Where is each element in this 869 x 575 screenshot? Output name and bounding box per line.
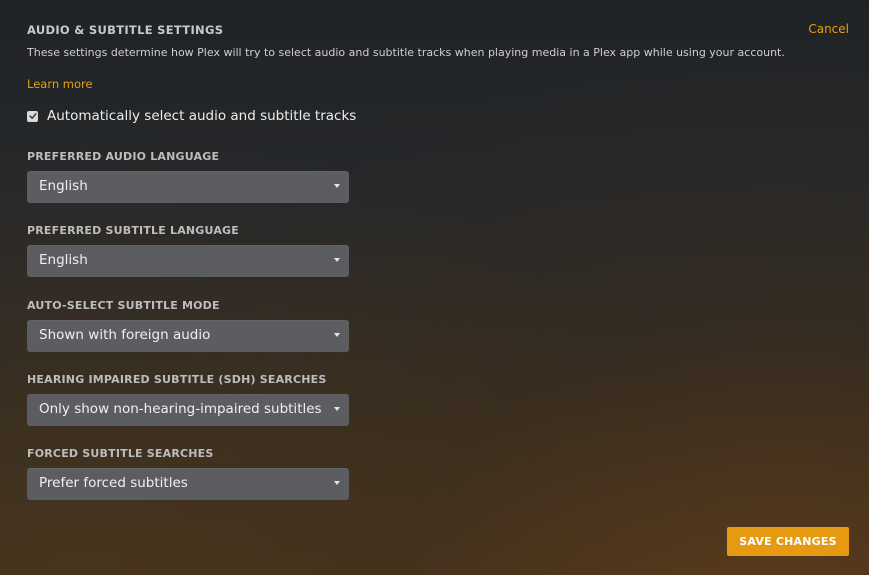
cancel-link[interactable]: Cancel: [808, 22, 849, 36]
sdh-searches-field: HEARING IMPAIRED SUBTITLE (SDH) SEARCHES…: [27, 373, 349, 426]
forced-subtitle-searches-label: FORCED SUBTITLE SEARCHES: [27, 447, 214, 460]
preferred-audio-language-label: PREFERRED AUDIO LANGUAGE: [27, 150, 220, 163]
auto-select-subtitle-mode-field: AUTO-SELECT SUBTITLE MODE Shown with for…: [27, 299, 349, 352]
check-icon: [28, 113, 37, 119]
caret-down-icon: [334, 333, 340, 337]
preferred-audio-language-select[interactable]: English: [27, 171, 349, 203]
caret-down-icon: [334, 407, 340, 411]
auto-select-tracks-label: Automatically select audio and subtitle …: [47, 108, 357, 124]
caret-down-icon: [334, 184, 340, 188]
preferred-audio-language-value: English: [39, 178, 88, 194]
sdh-searches-label: HEARING IMPAIRED SUBTITLE (SDH) SEARCHES: [27, 373, 327, 386]
sdh-searches-value: Only show non-hearing-impaired subtitles: [39, 401, 322, 417]
caret-down-icon: [334, 481, 340, 485]
auto-select-subtitle-mode-value: Shown with foreign audio: [39, 327, 211, 343]
auto-select-tracks-checkbox-row[interactable]: Automatically select audio and subtitle …: [27, 108, 356, 124]
forced-subtitle-searches-field: FORCED SUBTITLE SEARCHES Prefer forced s…: [27, 447, 349, 500]
learn-more-link[interactable]: Learn more: [27, 77, 93, 91]
preferred-subtitle-language-value: English: [39, 252, 88, 268]
caret-down-icon: [334, 258, 340, 262]
section-title: AUDIO & SUBTITLE SETTINGS: [27, 23, 224, 37]
auto-select-subtitle-mode-select[interactable]: Shown with foreign audio: [27, 320, 349, 352]
preferred-subtitle-language-select[interactable]: English: [27, 245, 349, 277]
preferred-subtitle-language-field: PREFERRED SUBTITLE LANGUAGE English: [27, 224, 349, 277]
preferred-subtitle-language-label: PREFERRED SUBTITLE LANGUAGE: [27, 224, 239, 237]
forced-subtitle-searches-value: Prefer forced subtitles: [39, 475, 188, 491]
auto-select-tracks-checkbox[interactable]: [27, 110, 38, 122]
preferred-audio-language-field: PREFERRED AUDIO LANGUAGE English: [27, 150, 349, 203]
audio-subtitle-settings-panel: AUDIO & SUBTITLE SETTINGS Cancel These s…: [0, 0, 869, 575]
auto-select-subtitle-mode-label: AUTO-SELECT SUBTITLE MODE: [27, 299, 220, 312]
save-changes-button[interactable]: SAVE CHANGES: [727, 527, 849, 556]
sdh-searches-select[interactable]: Only show non-hearing-impaired subtitles: [27, 394, 349, 426]
forced-subtitle-searches-select[interactable]: Prefer forced subtitles: [27, 468, 349, 500]
settings-description: These settings determine how Plex will t…: [27, 46, 785, 59]
